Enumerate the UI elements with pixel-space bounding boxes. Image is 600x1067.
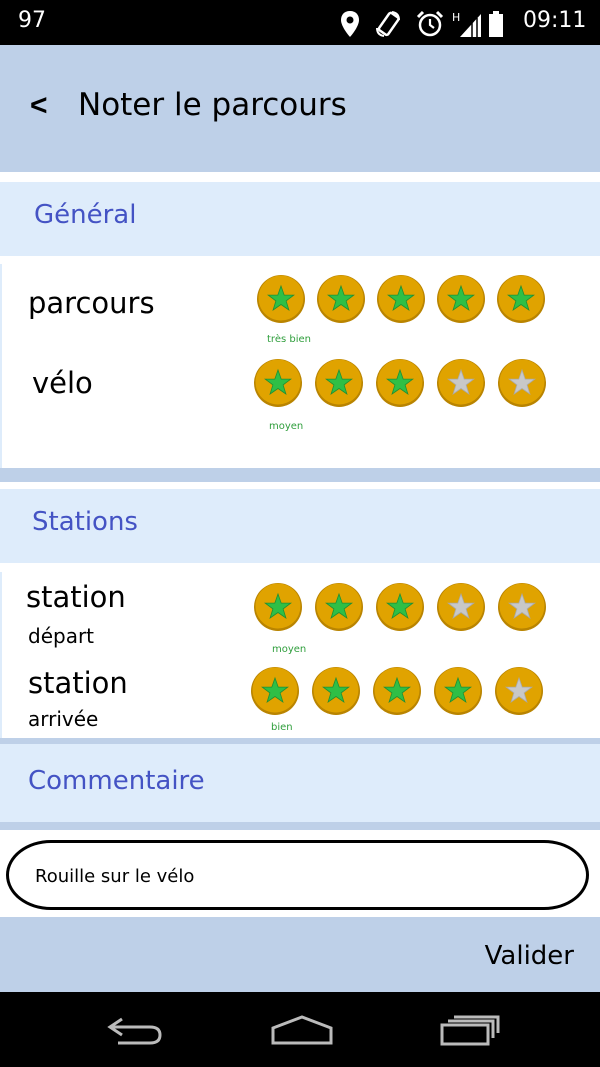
section-title-stations: Stations: [32, 507, 138, 537]
star-empty-icon[interactable]: [494, 666, 544, 716]
rating-sublabel-station-depart: départ: [28, 624, 95, 648]
page-title: Noter le parcours: [78, 87, 347, 123]
status-icons: H: [340, 8, 504, 40]
general-card: parcours très bien vélo moyen: [0, 264, 600, 468]
rating-text-parcours: très bien: [267, 334, 311, 345]
rating-stars-velo[interactable]: [253, 358, 553, 408]
star-filled-icon[interactable]: [496, 274, 546, 324]
star-filled-icon[interactable]: [376, 274, 426, 324]
svg-text:H: H: [452, 11, 460, 24]
recent-apps-nav-icon[interactable]: [440, 1014, 500, 1050]
status-bar: 97 H 09:11: [0, 0, 600, 45]
comment-field[interactable]: [6, 840, 589, 910]
footer-bar: Valider: [0, 917, 600, 992]
star-filled-icon[interactable]: [256, 274, 306, 324]
section-header-general: Général: [0, 182, 600, 256]
section-header-stations: Stations: [0, 489, 600, 563]
validate-button[interactable]: Valider: [485, 941, 574, 971]
comment-input[interactable]: [35, 861, 555, 891]
star-filled-icon[interactable]: [253, 582, 303, 632]
rating-text-station-arrivee: bien: [271, 722, 293, 733]
navigation-bar: [0, 992, 600, 1067]
battery-icon: [488, 10, 504, 38]
status-battery-level: 97: [18, 8, 46, 33]
rating-stars-station-depart[interactable]: [253, 582, 553, 632]
app-header: < Noter le parcours: [0, 45, 600, 172]
rating-stars-station-arrivee[interactable]: [250, 666, 550, 716]
star-empty-icon[interactable]: [497, 582, 547, 632]
star-filled-icon[interactable]: [253, 358, 303, 408]
status-clock: 09:11: [523, 8, 587, 33]
star-filled-icon[interactable]: [314, 582, 364, 632]
section-header-comment: Commentaire: [0, 744, 600, 822]
star-filled-icon[interactable]: [250, 666, 300, 716]
star-filled-icon[interactable]: [316, 274, 366, 324]
section-title-comment: Commentaire: [28, 766, 205, 796]
star-filled-icon[interactable]: [314, 358, 364, 408]
divider: [0, 822, 600, 830]
star-filled-icon[interactable]: [375, 582, 425, 632]
location-icon: [340, 10, 360, 38]
signal-icon: H: [452, 10, 482, 38]
rotate-icon: [374, 10, 402, 38]
stations-card: station départ moyen station arrivée bie…: [0, 572, 600, 738]
rating-label-station-arrivee: station: [28, 666, 128, 700]
star-filled-icon[interactable]: [375, 358, 425, 408]
home-nav-icon[interactable]: [270, 1014, 334, 1050]
star-filled-icon[interactable]: [436, 274, 486, 324]
back-nav-icon[interactable]: [104, 1014, 164, 1050]
rating-stars-parcours[interactable]: [256, 274, 556, 324]
rating-text-velo: moyen: [269, 421, 304, 432]
star-filled-icon[interactable]: [311, 666, 361, 716]
divider: [0, 468, 600, 482]
rating-label-velo: vélo: [32, 366, 93, 400]
rating-sublabel-station-arrivee: arrivée: [28, 707, 99, 731]
star-filled-icon[interactable]: [433, 666, 483, 716]
rating-label-station-depart: station: [26, 580, 126, 614]
star-empty-icon[interactable]: [436, 582, 486, 632]
section-title-general: Général: [34, 200, 137, 230]
alarm-icon: [416, 10, 444, 38]
star-filled-icon[interactable]: [372, 666, 422, 716]
star-empty-icon[interactable]: [436, 358, 486, 408]
rating-text-station-depart: moyen: [272, 644, 307, 655]
star-empty-icon[interactable]: [497, 358, 547, 408]
rating-label-parcours: parcours: [28, 286, 155, 320]
back-button[interactable]: <: [30, 89, 48, 123]
